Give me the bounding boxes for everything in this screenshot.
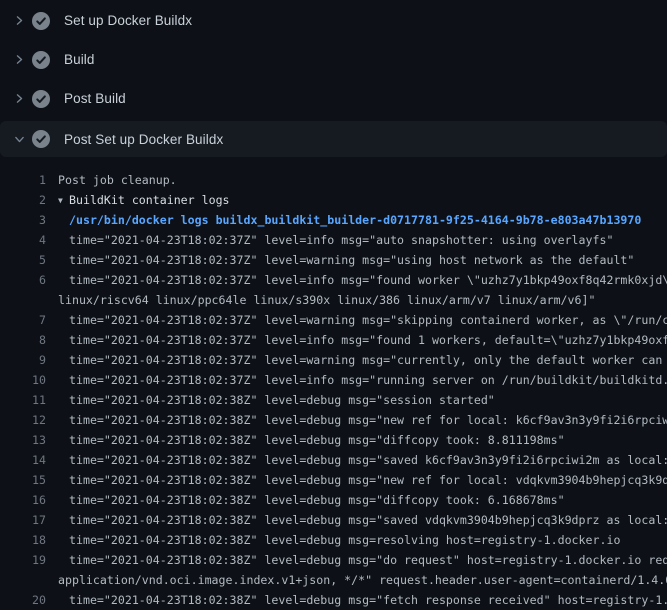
- log-text: time="2021-04-23T18:02:38Z" level=debug …: [69, 390, 667, 410]
- log-line: 3/usr/bin/docker logs buildx_buildkit_bu…: [0, 210, 667, 230]
- step-row-set-up-docker-buildx[interactable]: Set up Docker Buildx: [0, 1, 667, 40]
- log-text: time="2021-04-23T18:02:37Z" level=info m…: [69, 370, 667, 390]
- log-view: 1 Post job cleanup. 2 ▼BuildKit container l…: [0, 157, 667, 610]
- log-line-number[interactable]: 15: [0, 470, 46, 490]
- log-line: 9 time="2021-04-23T18:02:37Z" level=warni…: [0, 350, 667, 370]
- log-line-number[interactable]: 6: [0, 270, 46, 290]
- log-line-number[interactable]: 7: [0, 310, 46, 330]
- chevron-right-icon: [12, 14, 26, 28]
- log-line-number[interactable]: 9: [0, 350, 46, 370]
- step-row-post-set-up-docker-buildx[interactable]: Post Set up Docker Buildx: [0, 121, 667, 157]
- log-text: time="2021-04-23T18:02:37Z" level=warnin…: [69, 250, 667, 270]
- log-line: 10 time="2021-04-23T18:02:37Z" level=info…: [0, 370, 667, 390]
- log-line-number: [0, 290, 46, 310]
- log-line: 11 time="2021-04-23T18:02:38Z" level=debu…: [0, 390, 667, 410]
- log-line: 15 time="2021-04-23T18:02:38Z" level=debu…: [0, 470, 667, 490]
- check-circle-icon: [32, 51, 50, 69]
- log-line-number[interactable]: 8: [0, 330, 46, 350]
- log-text: time="2021-04-23T18:02:37Z" level=info m…: [69, 270, 667, 290]
- log-line-number: [0, 570, 46, 590]
- log-line: 8 time="2021-04-23T18:02:37Z" level=info …: [0, 330, 667, 350]
- log-line: application/vnd.oci.image.index.v1+json,…: [0, 570, 667, 590]
- log-line: 12 time="2021-04-23T18:02:38Z" level=debu…: [0, 410, 667, 430]
- log-line-number[interactable]: 1: [0, 170, 46, 190]
- log-line-number[interactable]: 13: [0, 430, 46, 450]
- log-text: time="2021-04-23T18:02:38Z" level=debug …: [69, 490, 667, 510]
- log-text: time="2021-04-23T18:02:37Z" level=warnin…: [69, 350, 667, 370]
- chevron-right-icon: [12, 92, 26, 106]
- log-line: 2 ▼BuildKit container logs: [0, 190, 667, 210]
- log-line-number[interactable]: 11: [0, 390, 46, 410]
- log-text: time="2021-04-23T18:02:38Z" level=debug …: [69, 410, 667, 430]
- log-line-number[interactable]: 14: [0, 450, 46, 470]
- log-command-text: /usr/bin/docker logs buildx_buildkit_bui…: [69, 210, 667, 230]
- log-text: application/vnd.oci.image.index.v1+json,…: [58, 570, 667, 590]
- check-circle-icon: [32, 90, 50, 108]
- step-title: Set up Docker Buildx: [64, 13, 192, 28]
- chevron-right-icon: [12, 53, 26, 67]
- log-text: linux/riscv64 linux/ppc64le linux/s390x …: [58, 290, 667, 310]
- log-text: time="2021-04-23T18:02:38Z" level=debug …: [69, 470, 667, 490]
- log-line-number[interactable]: 16: [0, 490, 46, 510]
- log-line-number[interactable]: 3: [0, 210, 46, 230]
- log-line-number[interactable]: 18: [0, 530, 46, 550]
- step-row-build[interactable]: Build: [0, 40, 667, 79]
- log-text: time="2021-04-23T18:02:38Z" level=debug …: [69, 430, 667, 450]
- log-line-number[interactable]: 12: [0, 410, 46, 430]
- step-row-post-build[interactable]: Post Build: [0, 79, 667, 118]
- steps-list: Set up Docker Buildx Build Post Build Post …: [0, 0, 667, 157]
- log-line-number[interactable]: 20: [0, 590, 46, 610]
- log-line: linux/riscv64 linux/ppc64le linux/s390x …: [0, 290, 667, 310]
- log-line: 14 time="2021-04-23T18:02:38Z" level=debu…: [0, 450, 667, 470]
- group-collapse-icon[interactable]: ▼: [58, 191, 69, 210]
- chevron-down-icon: [12, 132, 26, 146]
- step-title: Build: [64, 52, 95, 67]
- log-text: time="2021-04-23T18:02:38Z" level=debug …: [69, 530, 667, 550]
- log-line-number[interactable]: 10: [0, 370, 46, 390]
- log-text: time="2021-04-23T18:02:37Z" level=info m…: [69, 230, 667, 250]
- check-circle-icon: [32, 12, 50, 30]
- step-title: Post Set up Docker Buildx: [64, 132, 223, 147]
- log-line: 17 time="2021-04-23T18:02:38Z" level=debu…: [0, 510, 667, 530]
- log-line-number[interactable]: 19: [0, 550, 46, 570]
- log-line: 7 time="2021-04-23T18:02:37Z" level=warni…: [0, 310, 667, 330]
- log-line-number[interactable]: 17: [0, 510, 46, 530]
- log-text: time="2021-04-23T18:02:38Z" level=debug …: [69, 450, 667, 470]
- log-line: 18 time="2021-04-23T18:02:38Z" level=debu…: [0, 530, 667, 550]
- log-line: 16 time="2021-04-23T18:02:38Z" level=debu…: [0, 490, 667, 510]
- log-text: time="2021-04-23T18:02:37Z" level=info m…: [69, 330, 667, 350]
- log-line-number[interactable]: 5: [0, 250, 46, 270]
- log-text: Post job cleanup.: [58, 170, 667, 190]
- log-line-number[interactable]: 4: [0, 230, 46, 250]
- log-text: time="2021-04-23T18:02:37Z" level=warnin…: [69, 310, 667, 330]
- log-line: 4 time="2021-04-23T18:02:37Z" level=info …: [0, 230, 667, 250]
- log-group-header: ▼BuildKit container logs: [58, 190, 667, 210]
- check-circle-icon: [32, 130, 50, 148]
- step-title: Post Build: [64, 91, 126, 106]
- group-label: BuildKit container logs: [69, 193, 230, 207]
- log-line: 5 time="2021-04-23T18:02:37Z" level=warni…: [0, 250, 667, 270]
- log-line: 1 Post job cleanup.: [0, 170, 667, 190]
- log-line-number[interactable]: 2: [0, 190, 46, 210]
- log-text: time="2021-04-23T18:02:38Z" level=debug …: [69, 510, 667, 530]
- log-line: 13 time="2021-04-23T18:02:38Z" level=debu…: [0, 430, 667, 450]
- log-text: time="2021-04-23T18:02:38Z" level=debug …: [69, 590, 667, 610]
- log-line: 19 time="2021-04-23T18:02:38Z" level=debu…: [0, 550, 667, 570]
- log-line: 6 time="2021-04-23T18:02:37Z" level=info …: [0, 270, 667, 290]
- log-text: time="2021-04-23T18:02:38Z" level=debug …: [69, 550, 667, 570]
- log-line: 20 time="2021-04-23T18:02:38Z" level=debu…: [0, 590, 667, 610]
